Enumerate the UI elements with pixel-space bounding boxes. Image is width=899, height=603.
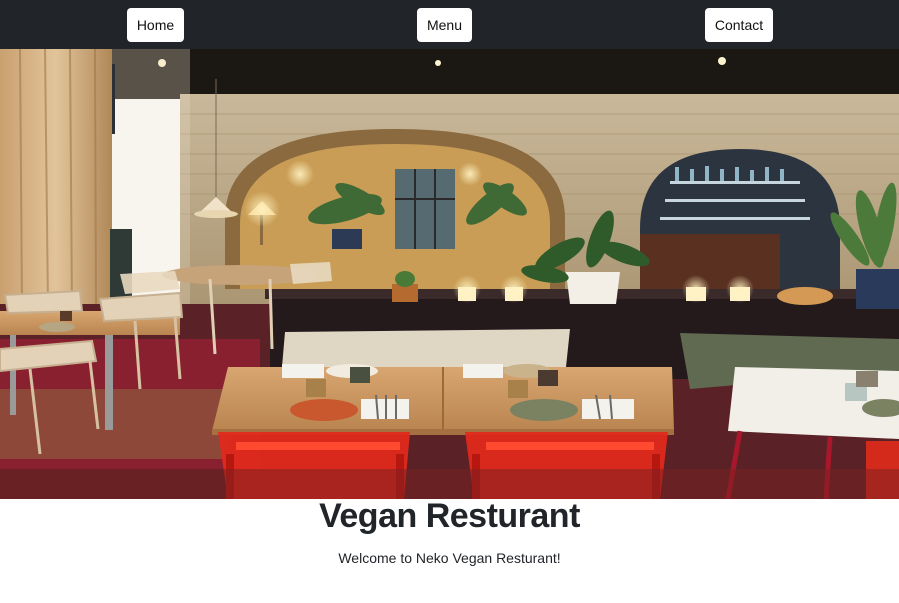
welcome-text: Welcome to Neko Vegan Resturant!: [338, 550, 561, 566]
navbar: Home Menu Contact: [0, 0, 899, 49]
page-title: Vegan Resturant: [319, 497, 580, 535]
hero-image: [0, 49, 899, 499]
contact-button[interactable]: Contact: [705, 8, 773, 42]
menu-button[interactable]: Menu: [417, 8, 472, 42]
home-button[interactable]: Home: [127, 8, 184, 42]
